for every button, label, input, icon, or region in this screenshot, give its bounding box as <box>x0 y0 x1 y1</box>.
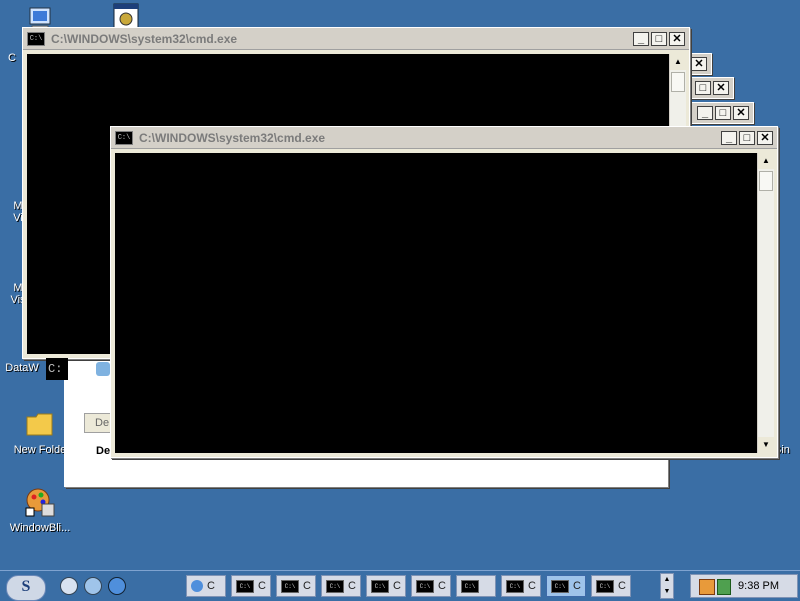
windowblinds-icon <box>24 486 56 518</box>
background-window-text: De <box>96 445 111 457</box>
scroll-up-arrow[interactable]: ▲ <box>670 54 686 70</box>
tray-network-icon[interactable] <box>717 579 731 595</box>
task-label: C <box>438 580 446 592</box>
console-area[interactable] <box>115 153 757 453</box>
window-title: C:\WINDOWS\system32\cmd.exe <box>139 130 326 145</box>
cmd-icon: C:\ <box>281 579 299 593</box>
task-label: C <box>618 580 626 592</box>
cmd-app-icon: C:\ <box>27 31 45 46</box>
tray-app-icon[interactable] <box>699 579 715 595</box>
folder-icon <box>24 408 56 440</box>
task-label: C <box>207 580 215 592</box>
maximize-button[interactable]: □ <box>739 130 755 145</box>
button-label: De <box>95 417 110 429</box>
cmd-icon: C:\ <box>416 579 434 593</box>
taskbar-button-cmd[interactable]: C:\ C <box>501 575 541 597</box>
explorer-icon <box>191 580 203 592</box>
taskbar-button-cmd[interactable]: C:\ C <box>276 575 316 597</box>
scroll-thumb[interactable] <box>759 171 773 191</box>
taskbar-button-cmd[interactable]: C:\ <box>456 575 496 597</box>
taskbar-button-explorer[interactable]: C <box>186 575 226 597</box>
close-button[interactable]: ✕ <box>669 31 685 46</box>
close-button[interactable]: ✕ <box>691 57 707 71</box>
taskbar-button-cmd[interactable]: C:\ C <box>231 575 271 597</box>
background-window-icon <box>96 362 110 376</box>
close-button[interactable]: ✕ <box>757 130 773 145</box>
minimize-button[interactable]: _ <box>721 130 737 145</box>
maximize-button[interactable]: □ <box>715 106 731 120</box>
task-label: C <box>573 580 581 592</box>
console-prompt-fragment: C: <box>46 358 68 380</box>
maximize-button[interactable]: □ <box>695 81 711 95</box>
desktop-icon-label: DataW <box>5 362 39 374</box>
close-button[interactable]: ✕ <box>733 106 749 120</box>
titlebar[interactable]: C:\ C:\WINDOWS\system32\cmd.exe _ □ ✕ <box>111 127 777 149</box>
task-label: C <box>303 580 311 592</box>
scroll-up-arrow[interactable]: ▲ <box>758 153 774 169</box>
cmd-icon: C:\ <box>326 579 344 593</box>
taskbar-button-cmd-active[interactable]: C:\ C <box>546 575 586 597</box>
start-button[interactable]: S <box>6 575 46 601</box>
desktop-icon-label: New Folde <box>13 444 67 456</box>
scroll-down-arrow[interactable]: ▼ <box>661 586 673 598</box>
media-player-icon[interactable] <box>60 577 78 595</box>
scroll-thumb[interactable] <box>671 72 685 92</box>
vertical-scrollbar[interactable]: ▲ ▼ <box>757 153 774 453</box>
taskbar: S C C:\ C C:\ C C:\ C C:\ C C:\ C C:\ C:… <box>0 570 800 601</box>
scroll-down-arrow[interactable]: ▼ <box>758 437 774 453</box>
desktop-icon-windowblinds[interactable]: WindowBli... <box>0 486 80 534</box>
cmd-icon: C:\ <box>461 579 479 593</box>
cmd-icon: C:\ <box>596 579 614 593</box>
window-title: C:\WINDOWS\system32\cmd.exe <box>51 31 238 46</box>
minimize-button[interactable]: _ <box>697 106 713 120</box>
taskbar-button-cmd[interactable]: C:\ C <box>411 575 451 597</box>
desktop-icon-label: WindowBli... <box>9 522 71 534</box>
cmd-app-icon: C:\ <box>115 130 133 145</box>
taskbar-button-cmd[interactable]: C:\ C <box>366 575 406 597</box>
titlebar[interactable]: C:\ C:\WINDOWS\system32\cmd.exe _ □ ✕ <box>23 28 689 50</box>
cmd-icon: C:\ <box>551 579 569 593</box>
taskbar-scroll[interactable]: ▲ ▼ <box>660 573 674 599</box>
task-label: C <box>258 580 266 592</box>
system-tray: 9:38 PM <box>690 574 798 598</box>
minimize-button[interactable]: _ <box>633 31 649 46</box>
close-button[interactable]: ✕ <box>713 81 729 95</box>
internet-explorer-icon[interactable] <box>108 577 126 595</box>
task-label: C <box>348 580 356 592</box>
cmd-icon: C:\ <box>371 579 389 593</box>
cmd-icon: C:\ <box>506 579 524 593</box>
task-label: C <box>393 580 401 592</box>
maximize-button[interactable]: □ <box>651 31 667 46</box>
cmd-window-front[interactable]: C:\ C:\WINDOWS\system32\cmd.exe _ □ ✕ ▲ … <box>110 126 778 458</box>
scroll-up-arrow[interactable]: ▲ <box>661 574 673 586</box>
taskbar-button-cmd[interactable]: C:\ C <box>591 575 631 597</box>
clock[interactable]: 9:38 PM <box>738 580 779 592</box>
explorer-icon[interactable] <box>84 577 102 595</box>
cmd-icon: C:\ <box>236 579 254 593</box>
taskbar-button-cmd[interactable]: C:\ C <box>321 575 361 597</box>
task-label: C <box>528 580 536 592</box>
desktop-icon-label: C <box>8 52 16 64</box>
